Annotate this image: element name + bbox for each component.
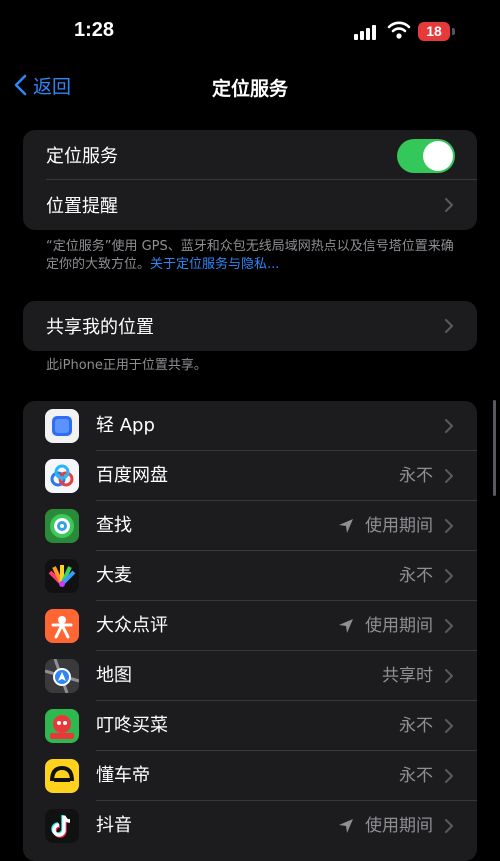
chevron-right-icon — [445, 769, 453, 783]
chevron-right-icon — [445, 469, 453, 483]
douyin-icon — [45, 809, 79, 843]
app-permission-value: 永不 — [399, 766, 433, 786]
app-row[interactable]: 轻 App — [23, 401, 477, 451]
cellular-signal-icon — [354, 24, 378, 40]
chevron-right-icon — [445, 419, 453, 433]
location-alerts-row[interactable]: 位置提醒 — [23, 180, 477, 230]
dongchedi-icon — [45, 759, 79, 793]
app-permission-value: 永不 — [399, 716, 433, 736]
app-permission: 共享时 — [382, 651, 433, 701]
location-alerts-label: 位置提醒 — [46, 196, 118, 217]
app-name: 抖音 — [96, 815, 132, 836]
location-note: “定位服务”使用 GPS、蓝牙和众包无线局域网热点以及信号塔位置来确定你的大致方… — [46, 238, 466, 274]
app-name: 大麦 — [96, 565, 132, 586]
chevron-right-icon — [445, 819, 453, 833]
chevron-right-icon — [445, 619, 453, 633]
location-services-toggle[interactable] — [397, 139, 455, 173]
location-services-label: 定位服务 — [46, 146, 118, 167]
location-settings-group: 定位服务 位置提醒 — [23, 130, 477, 230]
chevron-right-icon — [445, 719, 453, 733]
app-row[interactable]: 大众点评 使用期间 — [23, 601, 477, 651]
app-row[interactable]: 懂车帝 永不 — [23, 751, 477, 801]
find-my-icon — [45, 509, 79, 543]
app-name: 轻 App — [96, 415, 155, 436]
app-row[interactable]: 查找 使用期间 — [23, 501, 477, 551]
location-services-row: 定位服务 — [23, 130, 477, 180]
app-permission: 永不 — [399, 551, 433, 601]
app-row[interactable]: 大麦 永不 — [23, 551, 477, 601]
battery-level: 18 — [426, 23, 442, 39]
light-app-icon — [45, 409, 79, 443]
chevron-right-icon — [445, 319, 453, 333]
app-row[interactable]: 百度网盘 永不 — [23, 451, 477, 501]
app-permission-value: 永不 — [399, 466, 433, 486]
share-location-label: 共享我的位置 — [46, 317, 154, 338]
app-permission: 永不 — [399, 451, 433, 501]
location-arrow-icon — [339, 519, 353, 533]
chevron-right-icon — [445, 519, 453, 533]
app-permission: 使用期间 — [337, 801, 433, 851]
damai-icon — [45, 559, 79, 593]
location-arrow-icon — [339, 619, 353, 633]
dianping-icon — [45, 609, 79, 643]
app-permission: 永不 — [399, 751, 433, 801]
app-permission-value: 使用期间 — [365, 516, 433, 536]
maps-icon — [45, 659, 79, 693]
toggle-knob — [423, 141, 453, 171]
share-note: 此iPhone正用于位置共享。 — [46, 358, 207, 373]
app-permission: 使用期间 — [337, 501, 433, 551]
app-location-list: 轻 App 百度网盘 永不 查找 使用期间 大麦 永不 大众点评 使用期间 地图 共享时 叮咚买菜 永不… — [23, 401, 477, 861]
app-permission: 使用期间 — [337, 601, 433, 651]
app-name: 查找 — [96, 515, 132, 536]
scrollbar[interactable] — [493, 400, 496, 496]
dingdong-icon — [45, 709, 79, 743]
page-title: 定位服务 — [211, 78, 288, 100]
location-arrow-icon — [339, 819, 353, 833]
privacy-link[interactable]: 关于定位服务与隐私... — [150, 257, 279, 272]
app-permission-value: 永不 — [399, 566, 433, 586]
status-time: 1:28 — [74, 19, 115, 41]
app-name: 叮咚买菜 — [96, 715, 168, 736]
baidu-netdisk-icon — [45, 459, 79, 493]
app-row[interactable]: 地图 共享时 — [23, 651, 477, 701]
app-permission-value: 共享时 — [382, 666, 433, 686]
battery-cap — [452, 28, 455, 35]
chevron-right-icon — [445, 198, 453, 212]
app-name: 懂车帝 — [96, 765, 150, 786]
app-permission: 永不 — [399, 701, 433, 751]
app-row[interactable]: 叮咚买菜 永不 — [23, 701, 477, 751]
app-name: 大众点评 — [96, 615, 168, 636]
chevron-right-icon — [445, 569, 453, 583]
app-row[interactable]: 抖音 使用期间 — [23, 801, 477, 851]
app-name: 百度网盘 — [96, 465, 168, 486]
status-bar: 1:28 18 — [0, 0, 500, 64]
share-location-group: 共享我的位置 — [23, 301, 477, 351]
wifi-icon — [387, 21, 411, 39]
app-permission-value: 使用期间 — [365, 616, 433, 636]
app-name: 地图 — [96, 665, 132, 686]
battery-icon: 18 — [418, 22, 450, 41]
app-permission-value: 使用期间 — [365, 816, 433, 836]
chevron-right-icon — [445, 669, 453, 683]
share-location-row[interactable]: 共享我的位置 — [23, 301, 477, 351]
